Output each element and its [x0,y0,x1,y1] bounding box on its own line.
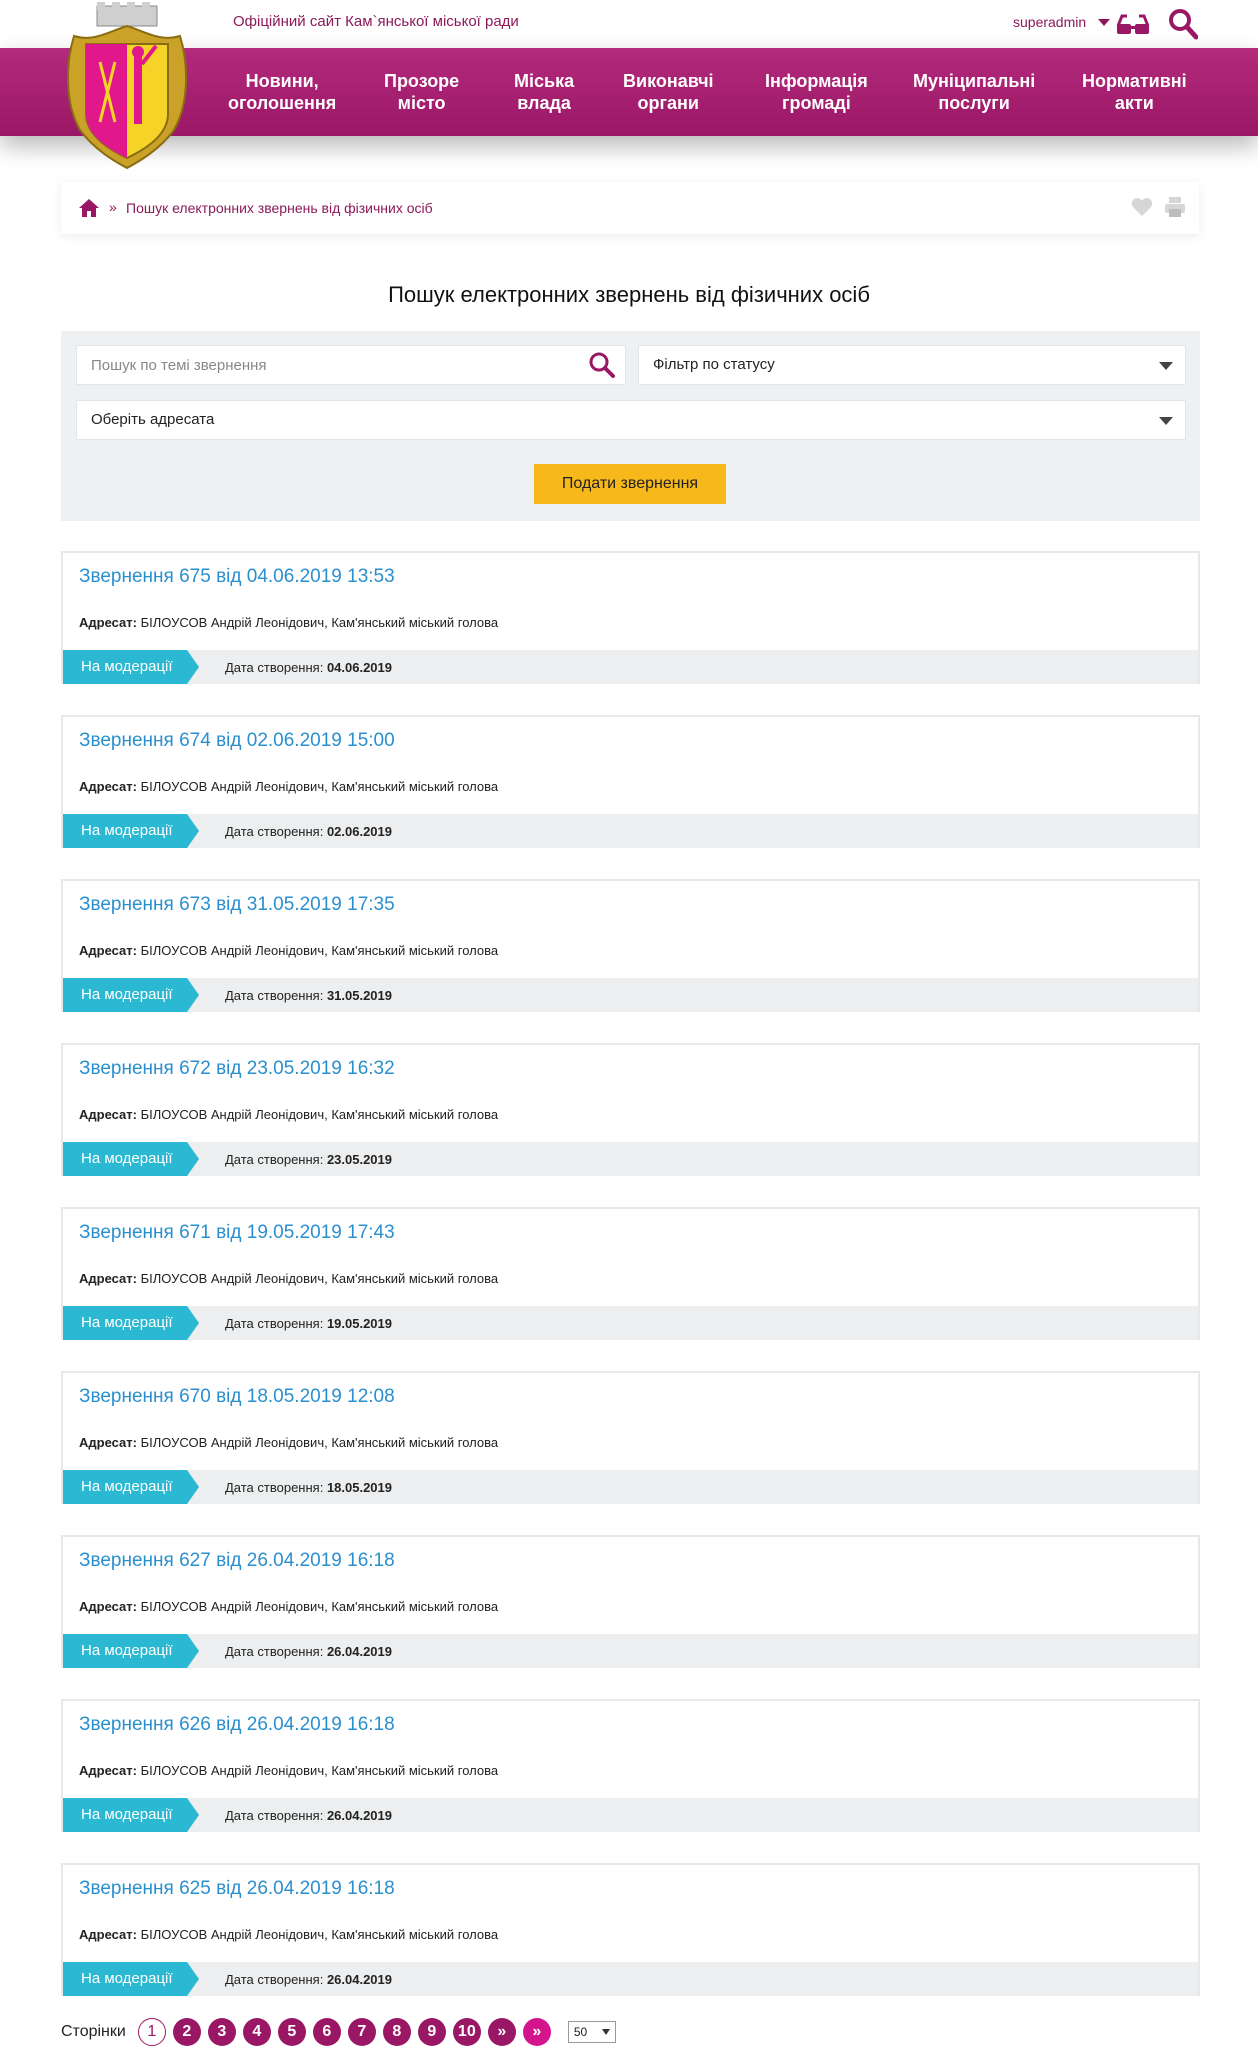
nav-item-municipal-services[interactable]: Муніципальні послуги [913,70,1035,114]
appeal-addressee: Адресат: БІЛОУСОВ Андрій Леонідович, Кам… [79,1271,499,1286]
appeal-card: Звернення 627 від 26.04.2019 16:18 Адрес… [61,1535,1200,1668]
filter-panel: Фільтр по статусу Оберіть адресата Подат… [61,331,1200,521]
appeal-title-link[interactable]: Звернення 627 від 26.04.2019 16:18 [79,1550,395,1572]
page-button-6[interactable]: 6 [312,2018,341,2046]
appeal-title-link[interactable]: Звернення 673 від 31.05.2019 17:35 [79,894,395,916]
appeal-card: Звернення 670 від 18.05.2019 12:08 Адрес… [61,1371,1200,1504]
pagination: Сторінки 1 2 3 4 5 6 7 8 9 10 » » 50 [61,2017,616,2047]
user-menu[interactable]: superadmin [1013,14,1111,30]
page-button-9[interactable]: 9 [417,2018,446,2046]
username[interactable]: superadmin [1013,14,1086,30]
chevron-down-icon[interactable] [1098,18,1111,26]
nav-item-executive-bodies[interactable]: Виконавчі органи [623,70,714,114]
appeal-created-date: Дата створення: 18.05.2019 [225,1480,393,1495]
chevron-down-icon [1159,417,1173,425]
search-icon[interactable] [1168,8,1198,40]
appeal-footer: На модерації Дата створення: 19.05.2019 [63,1306,1198,1340]
chevron-down-icon [601,2029,610,2035]
page-button-5[interactable]: 5 [277,2018,306,2046]
appeal-addressee: Адресат: БІЛОУСОВ Андрій Леонідович, Кам… [79,1107,499,1122]
appeal-footer: На модерації Дата створення: 26.04.2019 [63,1798,1198,1832]
search-icon[interactable] [588,351,616,379]
appeal-footer: На модерації Дата створення: 02.06.2019 [63,814,1198,848]
glasses-icon[interactable] [1115,10,1151,38]
appeal-footer: На модерації Дата створення: 23.05.2019 [63,1142,1198,1176]
appeal-footer: На модерації Дата створення: 04.06.2019 [63,650,1198,684]
heart-icon[interactable] [1131,197,1153,217]
status-badge: На модерації [63,1142,199,1176]
breadcrumb-current: Пошук електронних звернень від фізичних … [126,200,433,216]
site-title[interactable]: Офіційний сайт Кам`янської міської ради [233,13,519,30]
appeal-addressee: Адресат: БІЛОУСОВ Андрій Леонідович, Кам… [79,615,499,630]
appeal-footer: На модерації Дата створення: 26.04.2019 [63,1634,1198,1668]
appeal-addressee: Адресат: БІЛОУСОВ Андрій Леонідович, Кам… [79,1599,499,1614]
page-button-4[interactable]: 4 [242,2018,271,2046]
appeal-card: Звернення 673 від 31.05.2019 17:35 Адрес… [61,879,1200,1012]
chevron-down-icon [1159,362,1173,370]
page-title: Пошук електронних звернень від фізичних … [388,282,870,307]
appeal-footer: На модерації Дата створення: 31.05.2019 [63,978,1198,1012]
status-badge: На модерації [63,978,199,1012]
page-button-8[interactable]: 8 [382,2018,411,2046]
appeal-title-link[interactable]: Звернення 670 від 18.05.2019 12:08 [79,1386,395,1408]
page-button-2[interactable]: 2 [172,2018,201,2046]
page-button-7[interactable]: 7 [347,2018,376,2046]
breadcrumb-separator: » [109,199,117,215]
appeal-addressee: Адресат: БІЛОУСОВ Андрій Леонідович, Кам… [79,779,499,794]
status-badge: На модерації [63,650,199,684]
appeal-card: Звернення 626 від 26.04.2019 16:18 Адрес… [61,1699,1200,1832]
nav-item-regulatory-acts[interactable]: Нормативні акти [1082,70,1187,114]
appeal-addressee: Адресат: БІЛОУСОВ Андрій Леонідович, Кам… [79,1927,499,1942]
appeal-addressee: Адресат: БІЛОУСОВ Андрій Леонідович, Кам… [79,943,499,958]
status-filter-select[interactable]: Фільтр по статусу [638,345,1186,385]
appeal-created-date: Дата створення: 31.05.2019 [225,988,393,1003]
appeal-created-date: Дата створення: 02.06.2019 [225,824,393,839]
submit-appeal-button[interactable]: Подати звернення [534,464,726,504]
status-badge: На модерації [63,814,199,848]
page-button-3[interactable]: 3 [207,2018,236,2046]
appeal-title-link[interactable]: Звернення 674 від 02.06.2019 15:00 [79,730,395,752]
print-icon[interactable] [1164,196,1186,218]
appeal-card: Звернення 674 від 02.06.2019 15:00 Адрес… [61,715,1200,848]
appeal-created-date: Дата створення: 26.04.2019 [225,1972,393,1987]
appeal-created-date: Дата створення: 26.04.2019 [225,1808,393,1823]
appeal-footer: На модерації Дата створення: 18.05.2019 [63,1470,1198,1504]
home-icon[interactable] [78,198,100,218]
next-page-button[interactable]: » [487,2018,516,2046]
status-badge: На модерації [63,1306,199,1340]
appeal-card: Звернення 672 від 23.05.2019 16:32 Адрес… [61,1043,1200,1176]
appeal-title-link[interactable]: Звернення 672 від 23.05.2019 16:32 [79,1058,395,1080]
city-coat-of-arms-logo[interactable] [60,2,194,170]
appeal-addressee: Адресат: БІЛОУСОВ Андрій Леонідович, Кам… [79,1763,499,1778]
pagination-label: Сторінки [61,2023,126,2040]
search-input[interactable] [76,345,626,385]
appeal-title-link[interactable]: Звернення 625 від 26.04.2019 16:18 [79,1878,395,1900]
appeal-created-date: Дата створення: 04.06.2019 [225,660,393,675]
appeal-card: Звернення 625 від 26.04.2019 16:18 Адрес… [61,1863,1200,1996]
status-badge: На модерації [63,1798,199,1832]
appeal-footer: На модерації Дата створення: 26.04.2019 [63,1962,1198,1996]
appeal-addressee: Адресат: БІЛОУСОВ Андрій Леонідович, Кам… [79,1435,499,1450]
breadcrumb: » Пошук електронних звернень від фізични… [61,182,1199,234]
appeal-card: Звернення 671 від 19.05.2019 17:43 Адрес… [61,1207,1200,1340]
addressee-select[interactable]: Оберіть адресата [76,400,1186,440]
appeal-created-date: Дата створення: 19.05.2019 [225,1316,393,1331]
last-page-button[interactable]: » [522,2018,551,2046]
appeal-created-date: Дата створення: 23.05.2019 [225,1152,393,1167]
nav-item-transparent-city[interactable]: Прозоре місто [384,70,459,114]
nav-item-city-authority[interactable]: Міська влада [514,70,574,114]
appeal-created-date: Дата створення: 26.04.2019 [225,1644,393,1659]
appeal-title-link[interactable]: Звернення 671 від 19.05.2019 17:43 [79,1222,395,1244]
appeal-title-link[interactable]: Звернення 626 від 26.04.2019 16:18 [79,1714,395,1736]
appeal-card: Звернення 675 від 04.06.2019 13:53 Адрес… [61,551,1200,684]
page-button-10[interactable]: 10 [452,2018,481,2046]
nav-item-community-info[interactable]: Інформація громаді [765,70,868,114]
status-badge: На модерації [63,1470,199,1504]
appeal-title-link[interactable]: Звернення 675 від 04.06.2019 13:53 [79,566,395,588]
per-page-select[interactable]: 50 [567,2021,616,2043]
nav-item-news[interactable]: Новини, оголошення [228,70,336,114]
page-button-1[interactable]: 1 [137,2018,166,2046]
status-badge: На модерації [63,1634,199,1668]
status-badge: На модерації [63,1962,199,1996]
